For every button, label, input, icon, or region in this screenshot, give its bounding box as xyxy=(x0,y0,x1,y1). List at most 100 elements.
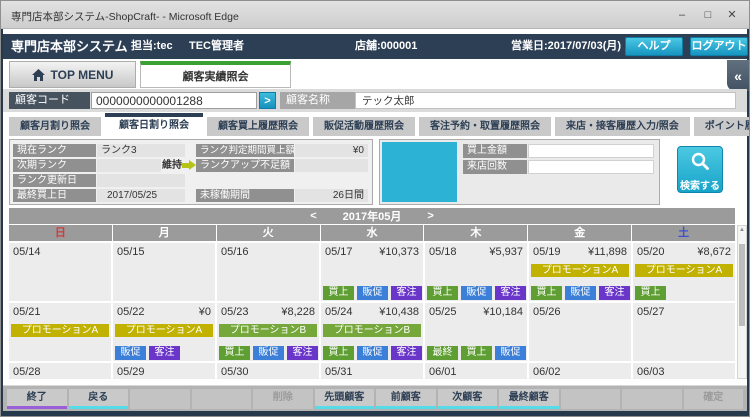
inquiry-tab-visit-service-input[interactable]: 来店・接客履歴入力/照会 xyxy=(555,117,690,136)
calendar-cell-05-18[interactable]: 05/18¥5,937買上販促客注 xyxy=(425,243,527,301)
search-button[interactable]: 検索する xyxy=(677,146,723,193)
tag-button-sales-promo[interactable]: 販促 xyxy=(357,346,388,360)
calendar-cell-05-17[interactable]: 05/17¥10,373買上販促客注 xyxy=(321,243,423,301)
calendar-cell-05-28[interactable]: 05/28 xyxy=(9,363,111,379)
inquiry-tab-daily[interactable]: 顧客日割り照会 xyxy=(105,113,203,136)
current-rank-label: 現在ランク xyxy=(13,144,96,157)
tag-button-purchase[interactable]: 買上 xyxy=(323,346,354,360)
calendar-cell-05-27[interactable]: 05/27 xyxy=(633,303,735,361)
purchase-amount-value xyxy=(528,144,654,158)
help-button[interactable]: ヘルプ xyxy=(625,37,683,56)
tag-button-purchase[interactable]: 買上 xyxy=(219,346,250,360)
cell-amount: ¥10,373 xyxy=(379,246,419,258)
search-icon xyxy=(678,151,722,176)
scrollbar-up-arrow[interactable]: ▲ xyxy=(738,226,746,234)
inquiry-tab-order-reserve-history[interactable]: 客注予約・取置履歴照会 xyxy=(419,117,551,136)
tag-button-sales-promo[interactable]: 販促 xyxy=(357,286,388,300)
keep-arrow-tip xyxy=(189,160,196,170)
calendar-cell-05-19[interactable]: 05/19¥11,898プロモーションA買上販促客注 xyxy=(529,243,631,301)
logout-button[interactable]: ログアウト xyxy=(690,37,748,56)
footer-button-prev-customer[interactable]: 前顧客 xyxy=(376,389,436,409)
calendar-cell-05-21[interactable]: 05/21プロモーションA xyxy=(9,303,111,361)
tag-button-customer-order[interactable]: 客注 xyxy=(149,346,180,360)
cell-tag-row: 買上販促客注 xyxy=(427,286,526,300)
scrollbar-thumb[interactable] xyxy=(739,244,745,326)
footer-button-label: 次顧客 xyxy=(452,392,482,403)
tag-button-sales-promo[interactable]: 販促 xyxy=(253,346,284,360)
inquiry-tab-monthly[interactable]: 顧客月割り照会 xyxy=(9,117,101,136)
tag-button-purchase[interactable]: 買上 xyxy=(461,346,492,360)
inquiry-tab-point-history[interactable]: ポイント履歴照会 xyxy=(694,117,750,136)
tag-button-sales-promo[interactable]: 販促 xyxy=(495,346,526,360)
calendar-cell-06-01[interactable]: 06/01 xyxy=(425,363,527,379)
rank-panel: 現在ランク ランク3 ランク判定期間買上額 ¥0 次期ランク 維持 ランクアップ… xyxy=(9,139,373,205)
next-rank-label: 次期ランク xyxy=(13,159,96,172)
minimize-button[interactable]: – xyxy=(673,7,691,23)
tag-button-purchase[interactable]: 買上 xyxy=(323,286,354,300)
calendar-cell-05-31[interactable]: 05/31 xyxy=(321,363,423,379)
tag-button-sales-promo[interactable]: 販促 xyxy=(565,286,596,300)
collapse-panel-button[interactable]: « xyxy=(727,60,749,91)
calendar-cell-05-15[interactable]: 05/15 xyxy=(113,243,215,301)
cell-date: 05/29 xyxy=(117,366,145,378)
cell-tag-row: 買上販促客注 xyxy=(323,346,422,360)
tag-button-customer-order[interactable]: 客注 xyxy=(391,346,422,360)
customer-row: 顧客コード > 顧客名称 xyxy=(3,89,747,112)
footer-button-last-customer[interactable]: 最終顧客 xyxy=(499,389,559,409)
footer-button-next-customer[interactable]: 次顧客 xyxy=(438,389,498,409)
customer-lookup-button[interactable]: > xyxy=(259,92,276,109)
footer-button-first-customer[interactable]: 先頭顧客 xyxy=(315,389,375,409)
calendar-cell-05-30[interactable]: 05/30 xyxy=(217,363,319,379)
tag-button-purchase[interactable]: 買上 xyxy=(531,286,562,300)
tag-button-customer-order[interactable]: 客注 xyxy=(495,286,526,300)
customer-name-field[interactable] xyxy=(355,92,736,109)
prev-month-button[interactable]: < xyxy=(310,210,316,222)
tag-button-customer-order[interactable]: 客注 xyxy=(599,286,630,300)
screen-tab-label: 顧客実績照会 xyxy=(183,68,249,84)
cell-date: 05/20 xyxy=(637,246,665,258)
top-menu-tab[interactable]: TOP MENU xyxy=(9,61,136,88)
rank-keep-text: 維持 xyxy=(162,159,182,172)
inquiry-tab-purchase-history[interactable]: 顧客買上履歴照会 xyxy=(207,117,309,136)
store-label: 店舗:000001 xyxy=(355,34,417,59)
footer-button-delete: 削除 xyxy=(253,389,313,409)
calendar-cell-05-24[interactable]: 05/24¥10,438プロモーションB買上販促客注 xyxy=(321,303,423,361)
footer-button-empty-3 xyxy=(130,389,190,409)
tag-button-purchase[interactable]: 買上 xyxy=(635,286,666,300)
tag-button-final[interactable]: 最終 xyxy=(427,346,458,360)
cell-amount: ¥8,228 xyxy=(281,306,315,318)
cell-amount: ¥0 xyxy=(199,306,211,318)
tag-button-sales-promo[interactable]: 販促 xyxy=(461,286,492,300)
cell-date: 06/02 xyxy=(533,366,561,378)
screen-tab-customer-results[interactable]: 顧客実績照会 xyxy=(140,61,291,88)
calendar-week-3: 05/28 05/29 05/3005/3106/01 06/02 06/03 xyxy=(9,363,735,379)
top-menu-label: TOP MENU xyxy=(51,68,114,82)
keep-arrow-icon xyxy=(182,159,197,172)
tag-button-purchase[interactable]: 買上 xyxy=(427,286,458,300)
tag-button-sales-promo[interactable]: 販促 xyxy=(115,346,146,360)
calendar-cell-05-26[interactable]: 05/26 xyxy=(529,303,631,361)
footer-button-back[interactable]: 戻る xyxy=(69,389,129,409)
day-header: 月 xyxy=(113,225,216,241)
calendar-scrollbar[interactable]: ▲ xyxy=(737,225,747,379)
tag-button-customer-order[interactable]: 客注 xyxy=(287,346,318,360)
cell-date: 05/28 xyxy=(13,366,41,378)
footer-button-exit[interactable]: 終了 xyxy=(7,389,67,409)
calendar-cell-05-22[interactable]: 05/22¥0プロモーションA販促客注 xyxy=(113,303,215,361)
cell-amount: ¥5,937 xyxy=(489,246,523,258)
calendar-cell-06-02[interactable]: 06/02 xyxy=(529,363,631,379)
calendar-cell-05-14[interactable]: 05/14 xyxy=(9,243,111,301)
calendar-cell-05-29[interactable]: 05/29 xyxy=(113,363,215,379)
calendar-cell-05-16[interactable]: 05/16 xyxy=(217,243,319,301)
inquiry-tab-promotion-history[interactable]: 販促活動履歴照会 xyxy=(313,117,415,136)
calendar-cell-05-20[interactable]: 05/20¥8,672プロモーションA買上 xyxy=(633,243,735,301)
customer-code-input[interactable] xyxy=(91,92,257,109)
footer-button-label: 確定 xyxy=(703,392,723,403)
close-button[interactable]: ✕ xyxy=(723,7,741,23)
calendar-cell-05-23[interactable]: 05/23¥8,228プロモーションB買上販促客注 xyxy=(217,303,319,361)
tag-button-customer-order[interactable]: 客注 xyxy=(391,286,422,300)
calendar-cell-05-25[interactable]: 05/25¥10,184最終買上販促 xyxy=(425,303,527,361)
maximize-button[interactable]: □ xyxy=(699,7,717,23)
calendar-cell-06-03[interactable]: 06/03 xyxy=(633,363,735,379)
next-month-button[interactable]: > xyxy=(427,210,433,222)
